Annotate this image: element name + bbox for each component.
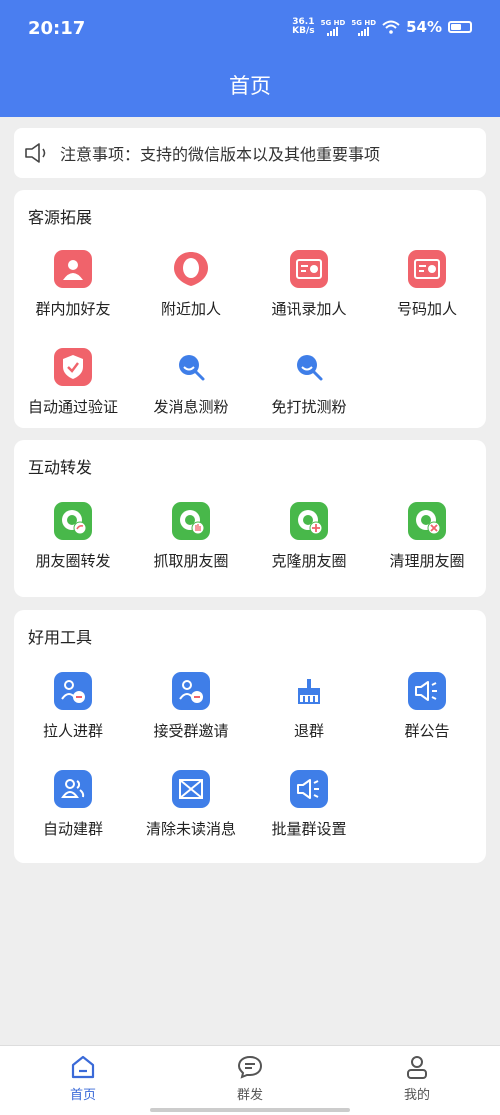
pull-into-group-icon bbox=[54, 672, 92, 710]
battery-percent: 54% bbox=[406, 18, 442, 36]
section-title: 互动转发 bbox=[28, 458, 93, 477]
menu-item-nearby-add[interactable]: 附近加人 bbox=[132, 250, 250, 319]
tab-label: 首页 bbox=[69, 1088, 96, 1103]
menu-item-pull-into-group[interactable]: 拉人进群 bbox=[14, 672, 132, 741]
menu-item-label: 清理朋友圈 bbox=[389, 552, 465, 570]
speaker-icon bbox=[25, 143, 46, 163]
menu-item-label: 清除未读消息 bbox=[145, 820, 236, 838]
search-icon bbox=[290, 348, 328, 386]
menu-item-label: 附近加人 bbox=[160, 300, 221, 318]
menu-item-batch-group-settings[interactable]: 批量群设置 bbox=[250, 770, 368, 839]
page-title: 首页 bbox=[229, 74, 271, 98]
menu-item-group-add-friend[interactable]: 群内加好友 bbox=[14, 250, 132, 319]
tab-mine[interactable]: 我的 bbox=[334, 1054, 500, 1103]
tab-label: 我的 bbox=[403, 1088, 430, 1103]
menu-item-moments-clean[interactable]: 清理朋友圈 bbox=[368, 502, 486, 571]
menu-item-label: 发消息测粉 bbox=[153, 398, 229, 416]
wifi-icon bbox=[382, 20, 400, 34]
menu-item-quit-group[interactable]: 退群 bbox=[250, 672, 368, 741]
broom-icon bbox=[290, 672, 328, 710]
menu-item-moments-share[interactable]: 朋友圈转发 bbox=[14, 502, 132, 571]
menu-item-label: 号码加人 bbox=[396, 300, 457, 318]
menu-item-dnd-test[interactable]: 免打扰测粉 bbox=[250, 348, 368, 417]
menu-item-label: 朋友圈转发 bbox=[35, 552, 111, 570]
announcement-icon bbox=[408, 672, 446, 710]
menu-item-moments-clone[interactable]: 克隆朋友圈 bbox=[250, 502, 368, 571]
accept-invite-icon bbox=[172, 672, 210, 710]
app-header: 20:17 36.1 KB/s 5G HD 5G HD 54% 首页 bbox=[0, 0, 500, 117]
section-customer-expansion: 客源拓展 群内加好友 附近加人 通讯录加人 号码加人 自动通过验证 发消息测粉 bbox=[14, 190, 486, 428]
status-indicators: 36.1 KB/s 5G HD 5G HD 54% bbox=[292, 18, 472, 36]
group-add-friend-icon bbox=[54, 250, 92, 288]
bottom-tab-bar: 首页 群发 我的 bbox=[0, 1045, 500, 1115]
network-speed: 36.1 KB/s bbox=[292, 18, 314, 36]
network-speed-unit: KB/s bbox=[292, 26, 315, 36]
battery-icon bbox=[448, 21, 472, 33]
menu-item-label: 拉人进群 bbox=[42, 722, 103, 740]
tab-label: 群发 bbox=[236, 1088, 263, 1103]
menu-item-clear-unread[interactable]: 清除未读消息 bbox=[132, 770, 250, 839]
menu-item-label: 自动通过验证 bbox=[27, 398, 118, 416]
number-card-icon bbox=[408, 250, 446, 288]
menu-item-auto-create-group[interactable]: 自动建群 bbox=[14, 770, 132, 839]
menu-item-label: 退群 bbox=[293, 722, 324, 740]
moments-share-icon bbox=[54, 502, 92, 540]
menu-item-number-add[interactable]: 号码加人 bbox=[368, 250, 486, 319]
envelope-clear-icon bbox=[172, 770, 210, 808]
signal-sim1-icon: 5G HD bbox=[321, 19, 345, 36]
section-title: 好用工具 bbox=[28, 628, 93, 647]
location-pin-icon bbox=[172, 250, 210, 288]
section-useful-tools: 好用工具 拉人进群 接受群邀请 退群 群公告 自动建群 清除未读消息 批量群设置 bbox=[14, 610, 486, 863]
create-group-icon bbox=[54, 770, 92, 808]
user-icon bbox=[407, 1056, 427, 1079]
menu-item-contacts-add[interactable]: 通讯录加人 bbox=[250, 250, 368, 319]
notice-text: 注意事项：支持的微信版本以及其他重要事项 bbox=[60, 145, 381, 164]
signal-sim2-icon: 5G HD bbox=[351, 19, 376, 36]
status-time: 20:17 bbox=[28, 18, 86, 39]
tab-home[interactable]: 首页 bbox=[0, 1054, 166, 1103]
menu-item-label: 通讯录加人 bbox=[271, 300, 347, 318]
contacts-card-icon bbox=[290, 250, 328, 288]
chat-bubble-icon bbox=[237, 1055, 263, 1079]
menu-item-label: 抓取朋友圈 bbox=[153, 552, 229, 570]
menu-item-label: 群公告 bbox=[404, 722, 450, 740]
moments-grab-icon bbox=[172, 502, 210, 540]
menu-item-label: 接受群邀请 bbox=[153, 722, 229, 740]
notice-bar[interactable]: 注意事项：支持的微信版本以及其他重要事项 bbox=[14, 128, 486, 178]
menu-item-label: 免打扰测粉 bbox=[271, 398, 347, 416]
home-icon bbox=[71, 1055, 95, 1079]
moments-clone-icon bbox=[290, 502, 328, 540]
menu-item-label: 批量群设置 bbox=[271, 820, 347, 838]
menu-item-auto-verify[interactable]: 自动通过验证 bbox=[14, 348, 132, 417]
menu-item-message-test[interactable]: 发消息测粉 bbox=[132, 348, 250, 417]
home-indicator[interactable] bbox=[150, 1108, 350, 1112]
menu-item-group-announcement[interactable]: 群公告 bbox=[368, 672, 486, 741]
menu-item-label: 自动建群 bbox=[42, 820, 103, 838]
menu-item-accept-invite[interactable]: 接受群邀请 bbox=[132, 672, 250, 741]
section-title: 客源拓展 bbox=[28, 208, 93, 227]
menu-item-label: 群内加好友 bbox=[35, 300, 111, 318]
batch-settings-icon bbox=[290, 770, 328, 808]
section-interaction-forward: 互动转发 朋友圈转发 抓取朋友圈 克隆朋友圈 清理朋友圈 bbox=[14, 440, 486, 597]
menu-item-label: 克隆朋友圈 bbox=[271, 552, 347, 570]
shield-check-icon bbox=[54, 348, 92, 386]
search-icon bbox=[172, 348, 210, 386]
moments-clean-icon bbox=[408, 502, 446, 540]
menu-item-moments-grab[interactable]: 抓取朋友圈 bbox=[132, 502, 250, 571]
tab-mass-send[interactable]: 群发 bbox=[167, 1054, 333, 1103]
